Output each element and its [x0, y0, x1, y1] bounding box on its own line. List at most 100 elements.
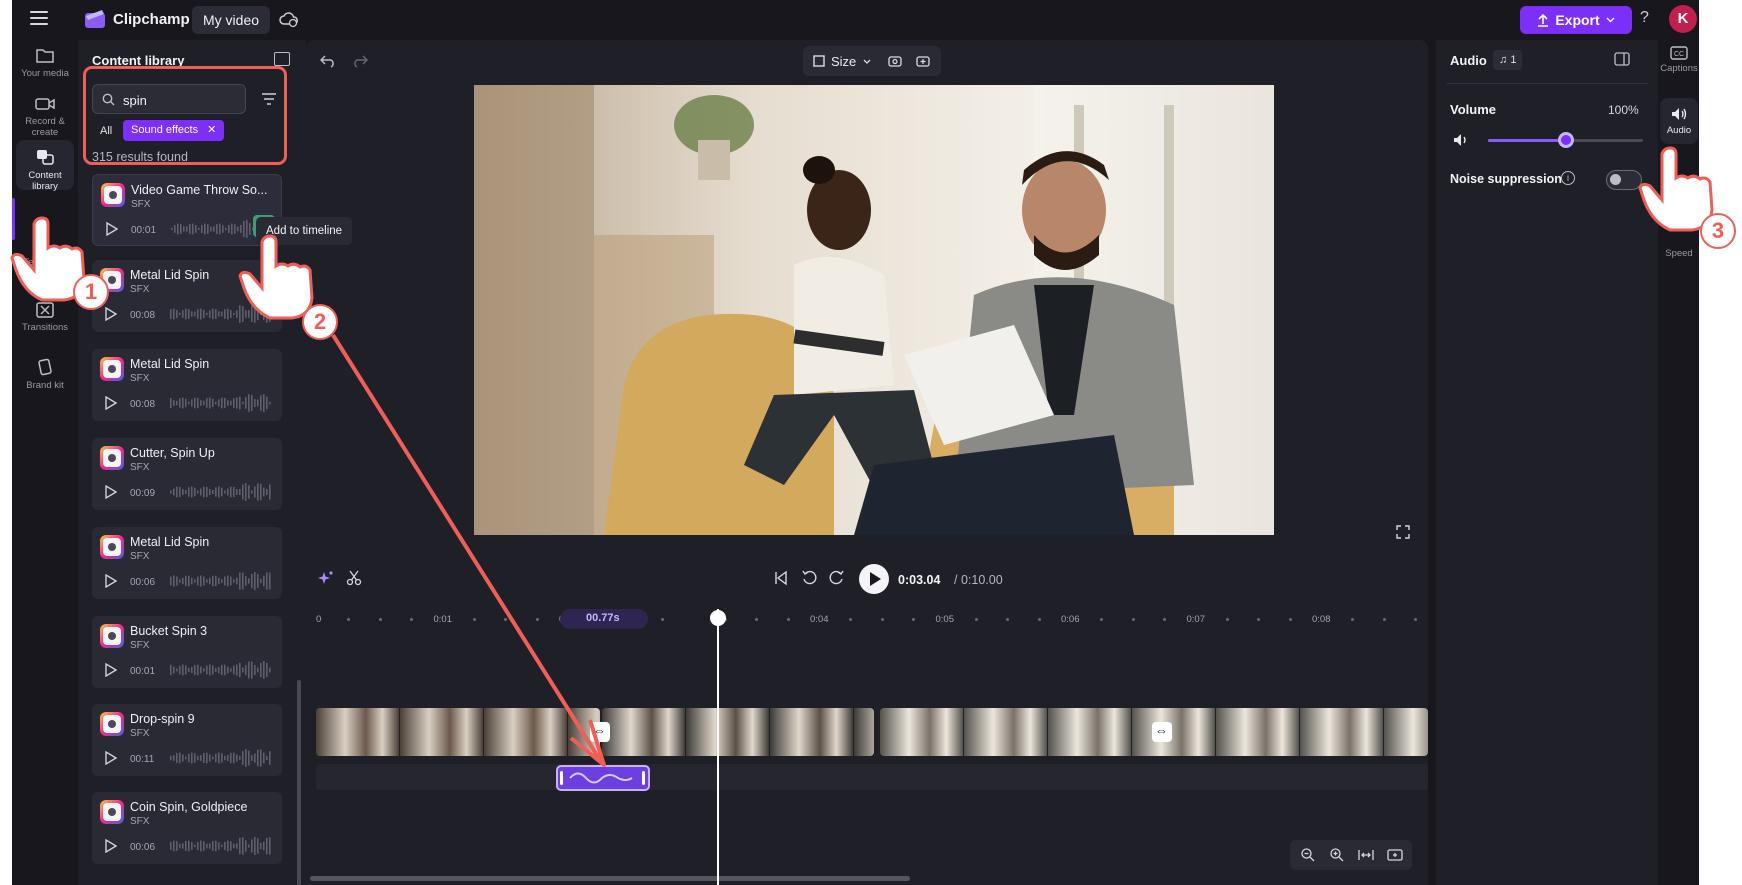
play-icon[interactable]	[105, 485, 117, 499]
transition-icon[interactable]	[1152, 722, 1172, 742]
audio-clip-sfx[interactable]	[556, 765, 650, 791]
play-icon[interactable]	[105, 307, 117, 321]
menu-icon[interactable]	[30, 11, 48, 25]
total-time: / 0:10.00	[954, 573, 1003, 587]
rail-item-audio[interactable]: Audio	[1660, 98, 1698, 144]
ruler-dot	[472, 618, 476, 621]
volume-label: Volume	[1450, 102, 1496, 117]
rail-item-transitions[interactable]: Transitions	[16, 302, 74, 333]
timeline-ruler[interactable]: 00:010:020:040:050:060:070:08	[306, 608, 1428, 630]
rail-label: Captions	[1660, 63, 1698, 74]
ruler-dot	[912, 618, 916, 621]
zoom-in-icon[interactable]	[1329, 847, 1345, 863]
play-icon[interactable]	[105, 574, 117, 588]
library-item[interactable]: Bucket Spin 3 SFX 00:01	[92, 616, 282, 688]
library-item[interactable]: Metal Lid Spin SFX 00:08	[92, 260, 282, 332]
rail-item-templates[interactable]: Templates	[16, 257, 74, 268]
skip-to-start-icon[interactable]	[773, 570, 789, 586]
library-item[interactable]: Coin Spin, Goldpiece SFX 00:06	[92, 792, 282, 864]
cloud-sync-icon[interactable]	[279, 10, 299, 28]
ruler-dot	[1414, 618, 1418, 621]
app-brand: Clipchamp	[113, 11, 190, 28]
noise-suppression-label: Noise suppression	[1450, 172, 1562, 186]
add-track-icon[interactable]	[1387, 847, 1403, 863]
library-item[interactable]: Metal Lid Spin SFX 00:06	[92, 527, 282, 599]
ruler-dot	[1131, 618, 1135, 621]
audio-properties-panel: Audio ♫ 1 Volume 100% Noise suppression …	[1436, 40, 1658, 885]
play-icon[interactable]	[105, 663, 117, 677]
background-remove-icon[interactable]	[887, 53, 903, 69]
camera-icon	[35, 98, 55, 110]
export-button[interactable]: Export	[1520, 6, 1632, 34]
play-icon[interactable]	[105, 396, 117, 410]
sound-effect-icon	[101, 183, 125, 207]
item-title: Metal Lid Spin	[130, 535, 210, 549]
library-item[interactable]: Video Game Throw So...SFX00:01+	[92, 174, 282, 246]
audio-track-badge: ♫ 1	[1493, 50, 1523, 70]
volume-slider-thumb[interactable]	[1557, 132, 1574, 148]
scissors-icon[interactable]	[346, 570, 362, 586]
transition-icon[interactable]	[590, 722, 610, 742]
help-icon[interactable]: ?	[1640, 9, 1649, 27]
item-type: SFX	[131, 199, 151, 210]
timeline-scrollbar[interactable]	[310, 876, 910, 881]
video-thumbnail-frame	[400, 708, 484, 756]
size-button[interactable]: Size	[831, 54, 856, 69]
add-to-timeline-tooltip: Add to timeline	[256, 217, 353, 245]
video-thumbnail-frame	[484, 708, 568, 756]
play-icon[interactable]	[105, 839, 117, 853]
library-scrollbar[interactable]	[297, 680, 301, 885]
playhead[interactable]	[717, 609, 719, 885]
library-item[interactable]: Drop-spin 9 SFX 00:11	[92, 704, 282, 776]
music-note-icon: ♫	[1499, 54, 1511, 66]
video-clip-1[interactable]	[316, 708, 600, 756]
ruler-tick-label: 0:06	[1061, 614, 1080, 625]
rail-item-content-library[interactable]: Content library	[16, 140, 74, 192]
fullscreen-icon[interactable]	[1396, 525, 1410, 539]
left-rail: Your media Record & create Content libra…	[12, 40, 78, 885]
rail-item-brand-kit[interactable]: Brand kit	[16, 358, 74, 391]
add-frame-icon[interactable]	[915, 53, 931, 69]
ruler-dot	[1288, 618, 1292, 621]
waveform-preview	[170, 483, 271, 501]
item-type: SFX	[130, 640, 150, 651]
play-icon[interactable]	[106, 222, 118, 236]
play-icon[interactable]	[105, 751, 117, 765]
selection-duration: 00.77s	[586, 612, 620, 624]
undo-icon[interactable]	[320, 54, 336, 68]
noise-suppression-toggle[interactable]	[1606, 170, 1642, 190]
project-name[interactable]: My video	[192, 6, 271, 34]
avatar[interactable]: K	[1669, 5, 1697, 33]
library-item[interactable]: Metal Lid Spin SFX 00:08	[92, 349, 282, 421]
rail-item-captions[interactable]: CC Captions	[1660, 46, 1698, 74]
video-preview[interactable]	[474, 85, 1274, 535]
volume-value: 100%	[1608, 103, 1639, 117]
preview-toolbar: Size	[803, 46, 941, 76]
info-icon[interactable]: i	[1561, 171, 1575, 185]
item-title: Cutter, Spin Up	[130, 446, 215, 460]
rail-item-record-create[interactable]: Record & create	[16, 96, 74, 138]
forward-5-icon[interactable]	[829, 570, 845, 586]
chevron-down-icon	[863, 59, 871, 64]
audio-track[interactable]	[316, 764, 1428, 790]
redo-icon[interactable]	[352, 54, 368, 68]
editor-panel: Size 0:03.04 / 0:10.00 0 0:01 0:04 0:05 …	[306, 40, 1428, 885]
magic-sparkle-icon[interactable]	[318, 570, 334, 586]
ruler-dot	[504, 618, 508, 621]
collapse-panel-icon[interactable]	[274, 52, 290, 66]
library-item[interactable]: Cutter, Spin Up SFX 00:09	[92, 438, 282, 510]
rewind-5-icon[interactable]	[801, 570, 817, 586]
panel-collapse-icon[interactable]	[1614, 52, 1630, 66]
waveform-preview	[170, 572, 271, 590]
video-thumbnail-frame	[964, 708, 1048, 756]
fit-timeline-icon[interactable]	[1358, 847, 1374, 863]
zoom-out-icon[interactable]	[1300, 847, 1316, 863]
waveform-preview	[170, 837, 271, 855]
play-button[interactable]	[859, 564, 889, 594]
item-title: Video Game Throw So...	[131, 183, 268, 197]
video-clip-2[interactable]	[602, 708, 874, 756]
rail-item-speed[interactable]: Speed	[1660, 248, 1698, 259]
speaker-icon[interactable]	[1452, 132, 1470, 148]
waveform-preview	[170, 394, 271, 412]
rail-item-your-media[interactable]: Your media	[16, 46, 74, 79]
